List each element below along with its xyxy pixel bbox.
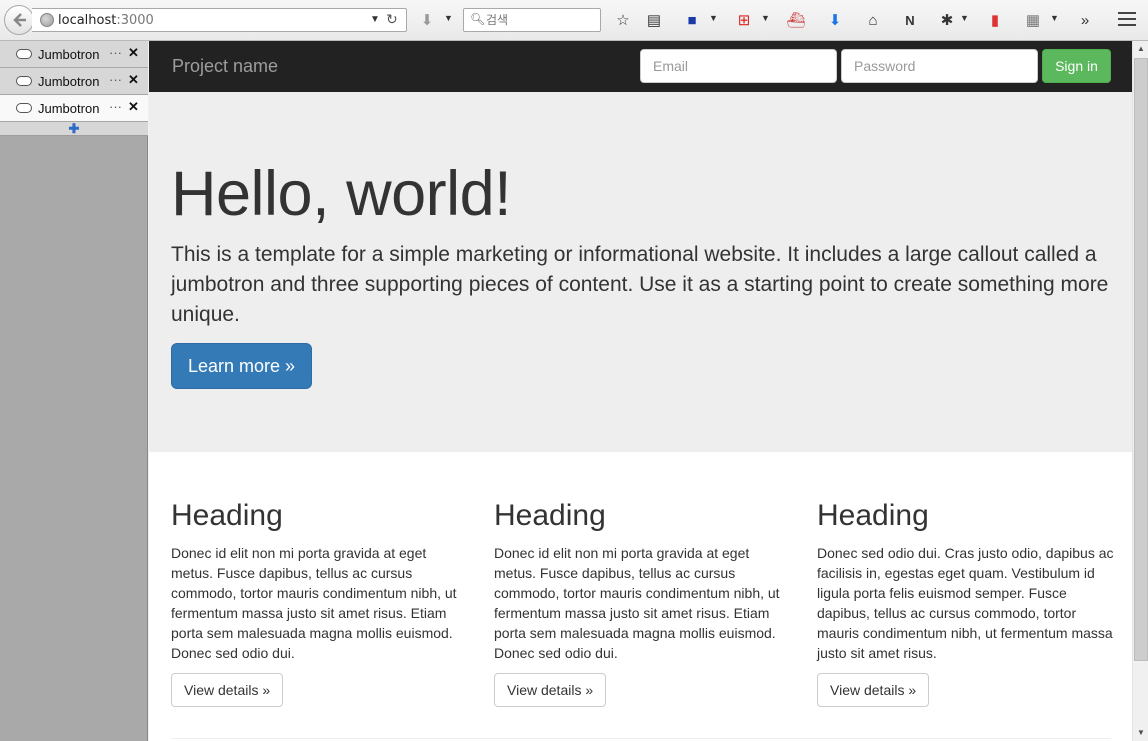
scrollbar-thumb[interactable] [1134, 58, 1148, 661]
divider [171, 738, 1111, 739]
addon-n-icon[interactable]: N [900, 10, 920, 30]
addon-plus-icon[interactable]: ⊞ [734, 10, 754, 30]
tools-dropdown-icon[interactable]: ▼ [960, 13, 969, 23]
overflow-chevron-icon[interactable]: » [1075, 10, 1095, 30]
navbar-brand[interactable]: Project name [172, 56, 278, 77]
column-text: Donec sed odio dui. Cras justo odio, dap… [817, 545, 1114, 661]
addon-ship-icon[interactable]: ⛴ [786, 10, 806, 30]
tab-ellipsis: ··· [109, 99, 122, 114]
back-arrow-icon [13, 13, 26, 27]
close-icon[interactable]: ✕ [128, 45, 139, 61]
column-text: Donec id elit non mi porta gravida at eg… [171, 545, 457, 661]
scroll-down-arrow-icon[interactable]: ▼ [1133, 725, 1148, 741]
reading-list-icon[interactable]: ▤ [644, 10, 664, 30]
hamburger-menu-icon[interactable] [1118, 12, 1136, 28]
page-content: Project name Sign in Hello, world! This … [149, 41, 1132, 741]
content-column: Heading Donec id elit non mi porta gravi… [171, 499, 471, 707]
url-text[interactable]: localhost:3000 [58, 13, 154, 28]
download-icon[interactable]: ⬇ [825, 10, 845, 30]
save-disk-icon[interactable]: ■ [682, 10, 702, 30]
url-port: :3000 [116, 13, 154, 28]
tab-label: Jumbotron [38, 47, 100, 62]
save-dropdown-icon[interactable]: ▼ [709, 13, 718, 23]
url-host: localhost [58, 13, 117, 28]
column-heading: Heading [817, 499, 929, 532]
content-column: Heading Donec sed odio dui. Cras justo o… [817, 499, 1117, 707]
tab-jumbotron[interactable]: Jumbotron ··· ✕ [0, 68, 148, 95]
content-column: Heading Donec id elit non mi porta gravi… [494, 499, 794, 707]
globe-icon [40, 13, 54, 27]
back-button[interactable] [4, 5, 34, 35]
addon-red-icon[interactable]: ▮ [985, 10, 1005, 30]
vertical-scrollbar[interactable]: ▲ ▼ [1132, 41, 1148, 741]
new-tab-plus-icon[interactable]: ✚ [0, 122, 148, 136]
search-icon: 🔍︎ [470, 12, 486, 26]
browser-toolbar: localhost:3000 ▼ ↻ ⬇ ▼ 🔍︎ ☆ ▤ ■ ▼ ⊞ ▼ ⛴ … [0, 0, 1148, 41]
grid-icon[interactable]: ▦ [1023, 10, 1043, 30]
view-details-button[interactable]: View details » [817, 673, 930, 707]
learn-more-button[interactable]: Learn more » [171, 343, 312, 389]
column-heading: Heading [171, 499, 283, 532]
column-heading: Heading [494, 499, 606, 532]
tab-ellipsis: ··· [109, 72, 122, 87]
tab-label: Jumbotron [38, 74, 100, 89]
view-details-button[interactable]: View details » [494, 673, 607, 707]
view-details-button[interactable]: View details » [171, 673, 284, 707]
cloud-icon [16, 76, 32, 86]
reload-icon[interactable]: ↻ [386, 11, 398, 28]
jumbotron-text: This is a template for a simple marketin… [171, 243, 1109, 326]
addon-tools-icon[interactable]: ✱ [937, 10, 957, 30]
column-text: Donec id elit non mi porta gravida at eg… [494, 545, 780, 661]
cloud-icon [16, 49, 32, 59]
tab-sidebar: Jumbotron ··· ✕ Jumbotron ··· ✕ Jumbotro… [0, 41, 148, 741]
password-field[interactable] [841, 49, 1038, 83]
download-arrow-icon[interactable]: ⬇ [417, 10, 437, 30]
navbar: Project name Sign in [149, 41, 1132, 92]
url-dropdown-icon[interactable]: ▼ [370, 14, 380, 25]
cloud-icon [16, 103, 32, 113]
close-icon[interactable]: ✕ [128, 99, 139, 115]
jumbotron: Hello, world! This is a template for a s… [149, 92, 1132, 452]
download-dropdown-icon[interactable]: ▼ [444, 13, 453, 23]
home-icon[interactable]: ⌂ [863, 10, 883, 30]
tab-ellipsis: ··· [109, 45, 122, 60]
tab-label: Jumbotron [38, 101, 100, 116]
sign-in-button[interactable]: Sign in [1042, 49, 1111, 83]
email-field[interactable] [640, 49, 837, 83]
close-icon[interactable]: ✕ [128, 72, 139, 88]
search-bar[interactable]: 🔍︎ [463, 8, 601, 32]
tab-jumbotron-active[interactable]: Jumbotron ··· ✕ [0, 95, 148, 122]
scroll-up-arrow-icon[interactable]: ▲ [1133, 41, 1148, 57]
bookmark-star-icon[interactable]: ☆ [613, 10, 633, 30]
search-input[interactable] [486, 12, 596, 28]
jumbotron-heading: Hello, world! [171, 159, 512, 229]
url-bar[interactable]: localhost:3000 ▼ ↻ [32, 8, 407, 32]
grid-dropdown-icon[interactable]: ▼ [1050, 13, 1059, 23]
tab-jumbotron[interactable]: Jumbotron ··· ✕ [0, 41, 148, 68]
addon-dropdown-icon[interactable]: ▼ [761, 13, 770, 23]
